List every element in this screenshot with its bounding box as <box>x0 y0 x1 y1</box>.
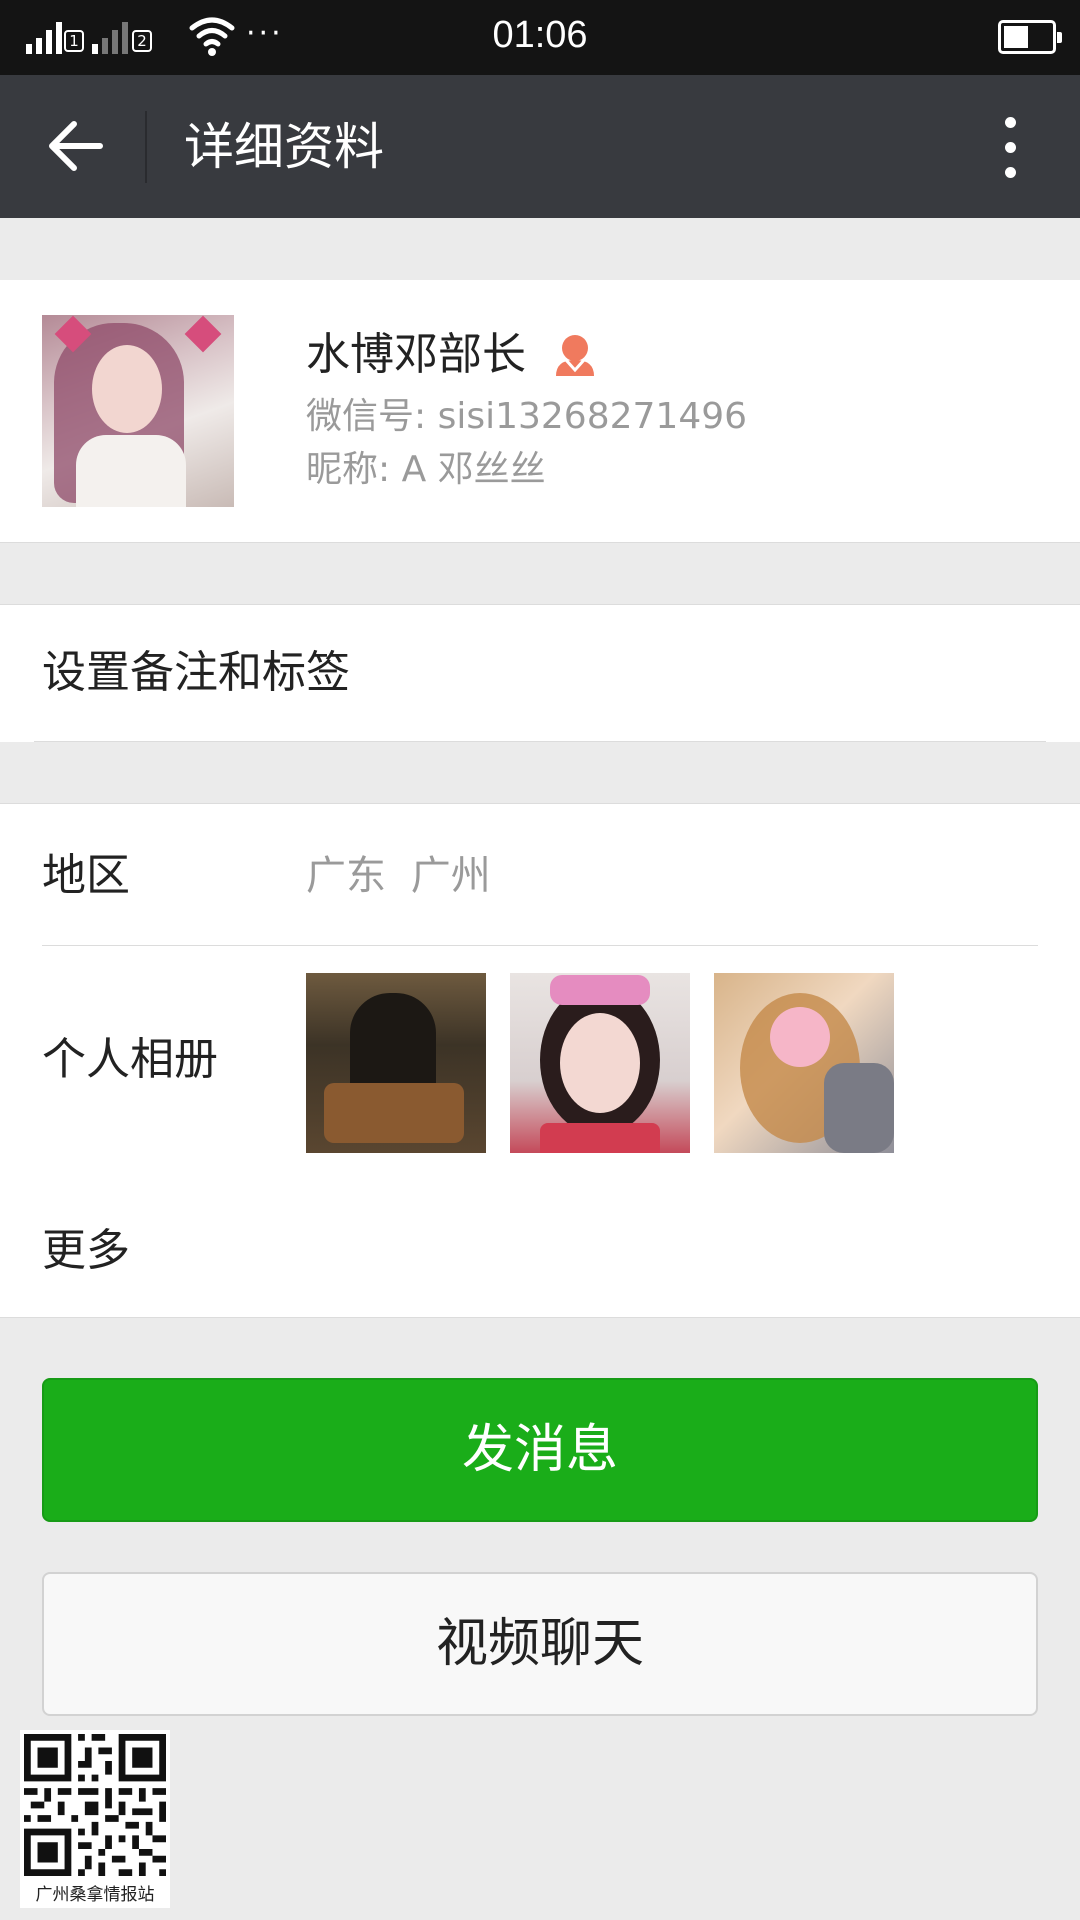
album-label: 个人相册 <box>42 1034 218 1085</box>
set-remark-and-tags[interactable]: 设置备注和标签 <box>0 604 1080 742</box>
send-message-button[interactable]: 发消息 <box>42 1378 1038 1522</box>
wechat-id: 微信号: sisi13268271496 <box>306 396 748 437</box>
info-section: 地区 广东 广州 个人相册 更多 <box>0 803 1080 1318</box>
profile-card: 水博邓部长 微信号: sisi13268271496 昵称: A 邓丝丝 <box>0 280 1080 543</box>
more-vertical-icon[interactable] <box>990 111 1030 181</box>
contact-name: 水博邓部长 <box>306 329 526 380</box>
video-chat-button[interactable]: 视频聊天 <box>42 1572 1038 1716</box>
more-label: 更多 <box>42 1225 130 1276</box>
remark-label: 设置备注和标签 <box>42 647 350 698</box>
status-bar: 1 2 ··· 01:06 <box>0 0 1080 75</box>
nickname: 昵称: A 邓丝丝 <box>306 449 546 490</box>
album-row[interactable]: 个人相册 <box>0 946 1080 1175</box>
album-thumbnail[interactable] <box>714 973 894 1153</box>
nav-divider <box>145 111 147 183</box>
navigation-bar: 详细资料 <box>0 75 1080 218</box>
album-thumbnail[interactable] <box>510 973 690 1153</box>
more-row[interactable]: 更多 <box>0 1175 1080 1319</box>
album-thumbnail[interactable] <box>306 973 486 1153</box>
female-icon <box>556 335 594 376</box>
qr-code-watermark: 广州桑拿情报站 <box>20 1730 170 1908</box>
avatar[interactable] <box>42 315 234 507</box>
page-title: 详细资料 <box>184 118 384 176</box>
battery-icon <box>998 20 1062 54</box>
clock: 01:06 <box>492 14 588 56</box>
qr-caption: 广州桑拿情报站 <box>35 1885 155 1905</box>
region-row: 地区 广东 广州 <box>0 804 1080 946</box>
region-value: 广东 广州 <box>306 853 491 899</box>
qr-code-icon <box>24 1734 166 1876</box>
region-label: 地区 <box>42 850 130 901</box>
divider <box>34 741 1046 742</box>
back-arrow-icon[interactable] <box>40 111 110 181</box>
